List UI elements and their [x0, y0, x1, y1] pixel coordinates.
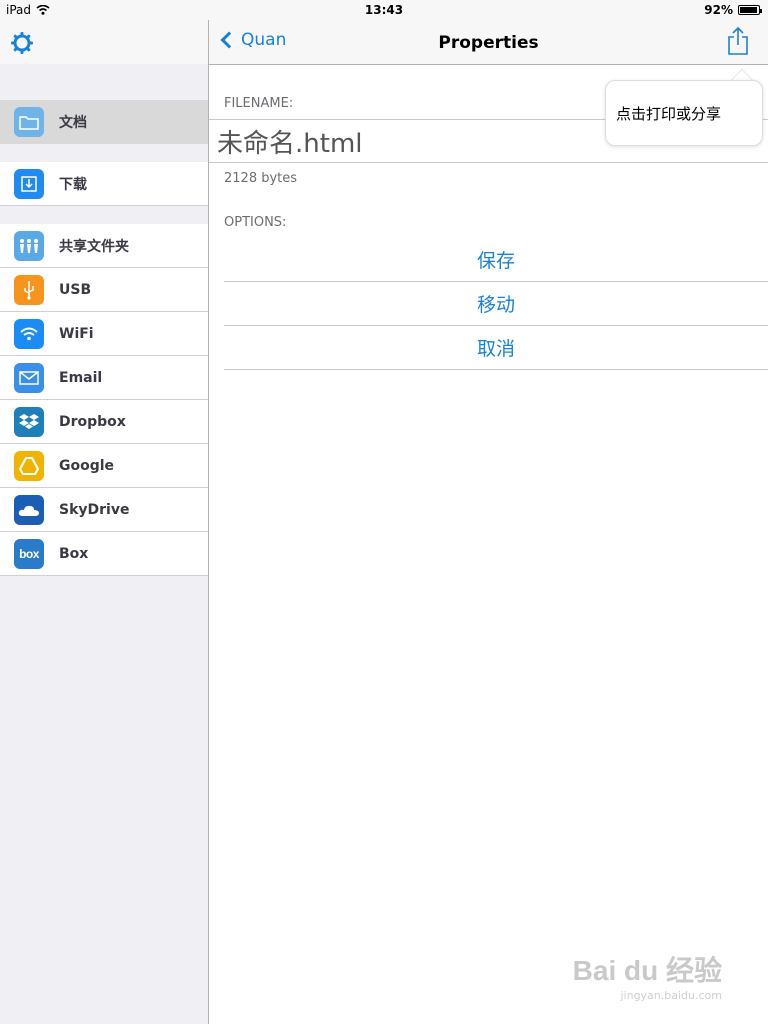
sidebar-item-label: SkyDrive — [59, 501, 130, 518]
status-time: 13:43 — [364, 3, 404, 17]
sidebar-item-folder[interactable]: 文档 — [0, 100, 208, 144]
wifi-icon — [14, 318, 44, 349]
sidebar-item-label: USB — [59, 281, 92, 298]
folder-icon — [14, 107, 44, 137]
page-title: Properties — [438, 33, 539, 53]
sidebar-item-label: WiFi — [59, 325, 94, 342]
dropbox-icon — [14, 406, 44, 437]
skydrive-icon — [14, 494, 44, 525]
sidebar-item-wifi[interactable]: WiFi — [0, 312, 208, 356]
battery-percent: 92% — [704, 3, 733, 17]
sidebar-item-box[interactable]: box Box — [0, 532, 208, 576]
sidebar-item-label: 共享文件夹 — [59, 238, 129, 255]
sidebar-item-label: Email — [59, 369, 103, 386]
share-icon[interactable] — [726, 26, 750, 56]
sidebar-item-label: Box — [59, 545, 89, 562]
box-icon: box — [14, 538, 44, 569]
share-tooltip-text: 点击打印或分享 — [616, 104, 722, 123]
save-button[interactable]: 保存 — [224, 238, 768, 282]
sidebar-item-skydrive[interactable]: SkyDrive — [0, 488, 208, 532]
sidebar-item-usb[interactable]: USB — [0, 268, 208, 312]
sidebar-item-label: 下载 — [59, 176, 87, 193]
sidebar-item-shared-folder[interactable]: 共享文件夹 — [0, 224, 208, 268]
google-drive-icon — [14, 450, 44, 481]
cancel-button[interactable]: 取消 — [224, 326, 768, 370]
sidebar-item-label: 文档 — [59, 115, 87, 131]
status-right: 92% — [704, 3, 762, 17]
email-icon — [14, 362, 44, 393]
file-size: 2128 bytes — [224, 171, 298, 186]
watermark-brand: Bai du 经验 — [572, 955, 722, 986]
download-icon — [14, 168, 44, 199]
sidebar-item-email[interactable]: Email — [0, 356, 208, 400]
sidebar-item-download[interactable]: 下载 — [0, 162, 208, 206]
sidebar-item-label: Dropbox — [59, 413, 126, 430]
sidebar: 文档下载共享文件夹 USB WiFi Email Dropbox Google SkyDri… — [0, 20, 209, 1024]
watermark: Bai du 经验 jingyan.baidu.com — [573, 949, 722, 1002]
options-header: OPTIONS: — [224, 215, 287, 230]
shared-folder-icon — [14, 230, 44, 261]
sidebar-header — [0, 20, 208, 64]
usb-icon — [14, 274, 44, 305]
sidebar-item-label: Google — [59, 457, 115, 474]
filename-header: FILENAME: — [224, 96, 294, 111]
gear-icon[interactable] — [10, 31, 34, 55]
battery-icon — [738, 5, 762, 15]
navigation-bar: Quan Properties — [209, 20, 768, 65]
sidebar-item-google-drive[interactable]: Google — [0, 444, 208, 488]
status-bar: iPad 13:43 92% — [0, 0, 768, 20]
watermark-url: jingyan.baidu.com — [620, 989, 722, 1002]
sidebar-item-dropbox[interactable]: Dropbox — [0, 400, 208, 444]
share-tooltip: 点击打印或分享 — [605, 80, 763, 146]
move-button[interactable]: 移动 — [224, 282, 768, 326]
